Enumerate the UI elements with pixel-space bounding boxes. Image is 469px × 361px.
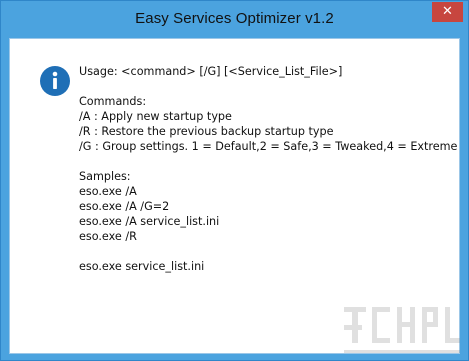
watermark-logo xyxy=(344,307,460,353)
message-text: Usage: <command> [/G] [<Service_List_Fil… xyxy=(79,64,458,274)
sample-line: eso.exe /A xyxy=(79,185,137,198)
sample-line: eso.exe /R xyxy=(79,230,137,243)
commands-heading: Commands: xyxy=(79,95,147,108)
command-line: /R : Restore the previous backup startup… xyxy=(79,125,334,138)
window-title: Easy Services Optimizer v1.2 xyxy=(135,10,334,27)
usage-line: Usage: <command> [/G] [<Service_List_Fil… xyxy=(79,65,343,78)
dialog-window: Easy Services Optimizer v1.2 ✕ Usage: <c… xyxy=(0,0,469,361)
info-icon xyxy=(40,66,70,96)
command-line: /A : Apply new startup type xyxy=(79,110,232,123)
close-button[interactable]: ✕ xyxy=(432,2,463,22)
command-line: /G : Group settings. 1 = Default,2 = Saf… xyxy=(79,140,458,153)
sample-line: eso.exe service_list.ini xyxy=(79,260,205,273)
samples-heading: Samples: xyxy=(79,170,131,183)
title-bar[interactable]: Easy Services Optimizer v1.2 ✕ xyxy=(1,1,468,38)
sample-line: eso.exe /A service_list.ini xyxy=(79,215,220,228)
sample-line: eso.exe /A /G=2 xyxy=(79,200,170,213)
